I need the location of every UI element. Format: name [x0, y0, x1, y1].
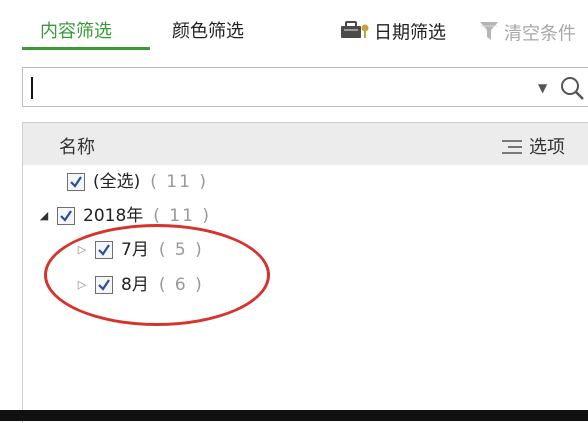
clear-filter-icon [478, 20, 500, 49]
text-caret [31, 77, 33, 99]
list-item-count: ( 11 ) [150, 172, 208, 192]
dropdown-arrow-icon[interactable]: ▼ [538, 81, 547, 95]
tab-color-filter[interactable]: 颜色筛选 [172, 20, 244, 44]
collapse-arrow-icon[interactable]: ◢ [37, 202, 51, 230]
bottom-edge [0, 410, 588, 421]
list-item-count: ( 11 ) [153, 206, 211, 226]
list-item-label: 2018年 [83, 206, 144, 226]
active-tab-underline [22, 47, 150, 50]
tab-date-filter-label: 日期筛选 [374, 22, 446, 44]
search-input[interactable]: ▼ [22, 67, 588, 107]
checkbox-check-icon [70, 176, 82, 188]
list-item-label: (全选) [93, 172, 141, 192]
tab-date-filter[interactable]: 日期筛选 [340, 20, 446, 47]
highlight-annotation [44, 224, 270, 326]
lock-icon [340, 20, 370, 47]
list-item-select-all[interactable]: (全选) ( 11 ) [67, 168, 208, 196]
tab-clear-conditions-label: 清空条件 [504, 23, 576, 45]
filter-tabbar: 内容筛选 颜色筛选 日期筛选 清空条件 [0, 0, 588, 60]
list-header: 名称 选项 [23, 123, 588, 165]
options-button[interactable]: 选项 [501, 133, 565, 159]
search-icon[interactable] [559, 75, 585, 105]
checkbox[interactable] [57, 207, 75, 225]
options-label: 选项 [529, 137, 565, 158]
header-name: 名称 [59, 137, 95, 158]
tab-content-filter[interactable]: 内容筛选 [40, 20, 112, 44]
tab-clear-conditions[interactable]: 清空条件 [478, 20, 576, 49]
checkbox-check-icon [60, 210, 72, 222]
options-icon [502, 140, 522, 154]
checkbox[interactable] [67, 173, 85, 191]
